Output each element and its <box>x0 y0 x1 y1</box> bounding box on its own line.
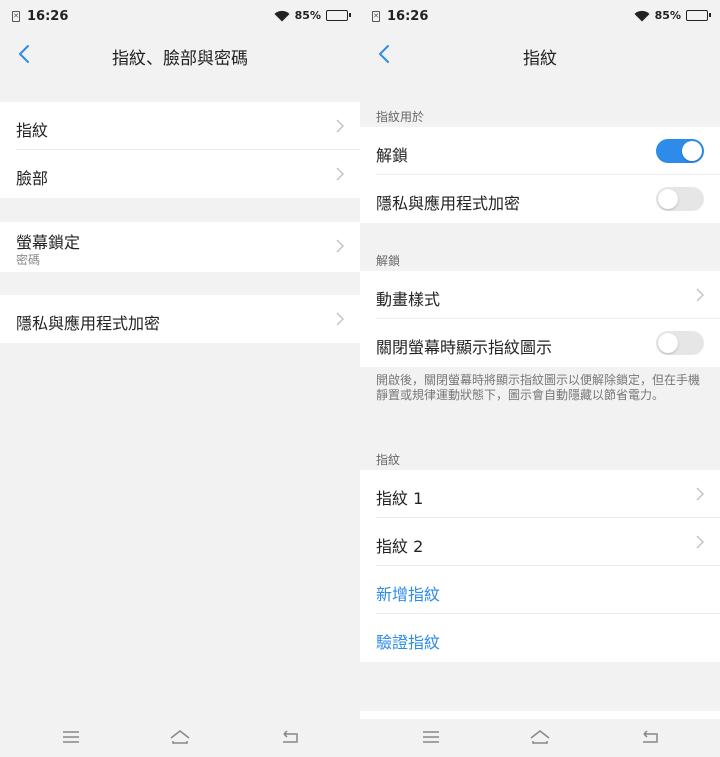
battery-icon <box>686 10 711 21</box>
menu-icon[interactable] <box>420 727 442 747</box>
unlock-toggle[interactable] <box>656 139 704 163</box>
usage-group: 解鎖 隱私與應用程式加密 <box>360 127 720 223</box>
fingerprint-1-label: 指紋 1 <box>376 489 424 508</box>
navigation-bar <box>360 717 720 757</box>
show-icon-toggle[interactable] <box>656 331 704 355</box>
section-title-usage: 指紋用於 <box>376 110 425 124</box>
face-item[interactable]: 臉部 <box>0 150 360 198</box>
header: 指紋、臉部與密碼 <box>0 32 360 78</box>
battery-percent: 85% <box>294 9 321 22</box>
chevron-right-icon <box>336 239 344 253</box>
chevron-right-icon <box>336 167 344 181</box>
toggle-knob <box>658 333 678 353</box>
show-icon-row: 關閉螢幕時顯示指紋圖示 <box>360 319 720 367</box>
privacy-label: 隱私與應用程式加密 <box>376 194 521 213</box>
screen-lock-sub: 密碼 <box>16 253 41 267</box>
fingerprint-item-label: 指紋 <box>16 121 49 140</box>
privacy-encryption-item[interactable]: 隱私與應用程式加密 <box>0 295 360 343</box>
battery-icon <box>326 10 351 21</box>
status-time: 16:26 <box>27 9 69 24</box>
chevron-right-icon <box>336 312 344 326</box>
unlock-row: 解鎖 <box>360 127 720 175</box>
show-icon-note: 開啟後，關閉螢幕時將顯示指紋圖示以便解除鎖定，但在手機靜置或規律運動狀態下，圖示… <box>376 373 701 402</box>
screen-lock-item[interactable]: 螢幕鎖定 密碼 <box>0 222 360 272</box>
fingerprint-face-password-screen: ✕ 16:26 85% 指紋、臉部與密碼 指紋 臉部 螢幕鎖定 密碼 隱私與應用… <box>0 0 360 757</box>
page-title: 指紋 <box>523 49 557 69</box>
wifi-icon <box>274 10 290 21</box>
toggle-knob <box>658 189 678 209</box>
status-bar: ✕ 16:26 85% <box>0 0 360 32</box>
section-title-unlock: 解鎖 <box>376 254 401 268</box>
status-time: 16:26 <box>387 9 429 24</box>
toggle-knob <box>682 141 702 161</box>
screen-lock-label: 螢幕鎖定 <box>16 233 81 252</box>
screen-lock-group: 螢幕鎖定 密碼 <box>0 222 360 272</box>
menu-icon[interactable] <box>60 727 82 747</box>
fingerprint-2-label: 指紋 2 <box>376 537 424 556</box>
navigation-bar <box>0 717 360 757</box>
privacy-toggle[interactable] <box>656 187 704 211</box>
fingerprint-settings-screen: ✕ 16:26 85% 指紋 指紋用於 解鎖 隱私與應用程式加密 解鎖 動畫樣式 <box>360 0 720 757</box>
fingerprint-2-item[interactable]: 指紋 2 <box>360 518 720 566</box>
privacy-encryption-label: 隱私與應用程式加密 <box>16 314 161 333</box>
face-item-label: 臉部 <box>16 169 49 188</box>
add-fingerprint-label: 新增指紋 <box>376 585 441 604</box>
status-bar: ✕ 16:26 85% <box>360 0 720 32</box>
unlock-group: 動畫樣式 關閉螢幕時顯示指紋圖示 <box>360 271 720 367</box>
biometrics-group: 指紋 臉部 <box>0 102 360 198</box>
header: 指紋 <box>360 32 720 78</box>
return-icon[interactable] <box>279 727 301 747</box>
fingerprint-item[interactable]: 指紋 <box>0 102 360 150</box>
chevron-right-icon <box>696 288 704 302</box>
privacy-row: 隱私與應用程式加密 <box>360 175 720 223</box>
home-icon[interactable] <box>169 727 191 747</box>
animation-style-label: 動畫樣式 <box>376 290 441 309</box>
unlock-label: 解鎖 <box>376 146 409 165</box>
page-title: 指紋、臉部與密碼 <box>112 49 248 69</box>
battery-percent: 85% <box>654 9 681 22</box>
verify-fingerprint-label: 驗證指紋 <box>376 633 441 652</box>
chevron-right-icon <box>696 487 704 501</box>
fingerprint-1-item[interactable]: 指紋 1 <box>360 470 720 518</box>
fingerprint-list: 指紋 1 指紋 2 新增指紋 驗證指紋 <box>360 470 720 662</box>
return-icon[interactable] <box>639 727 661 747</box>
section-title-fingerprint: 指紋 <box>376 453 401 467</box>
privacy-group: 隱私與應用程式加密 <box>0 295 360 343</box>
wifi-icon <box>634 10 650 21</box>
home-icon[interactable] <box>529 727 551 747</box>
animation-style-item[interactable]: 動畫樣式 <box>360 271 720 319</box>
verify-fingerprint-button[interactable]: 驗證指紋 <box>360 614 720 662</box>
sim-icon: ✕ <box>372 11 380 22</box>
add-fingerprint-button[interactable]: 新增指紋 <box>360 566 720 614</box>
show-icon-label: 關閉螢幕時顯示指紋圖示 <box>376 338 553 357</box>
chevron-right-icon <box>336 119 344 133</box>
chevron-right-icon <box>696 535 704 549</box>
sim-icon: ✕ <box>12 11 20 22</box>
